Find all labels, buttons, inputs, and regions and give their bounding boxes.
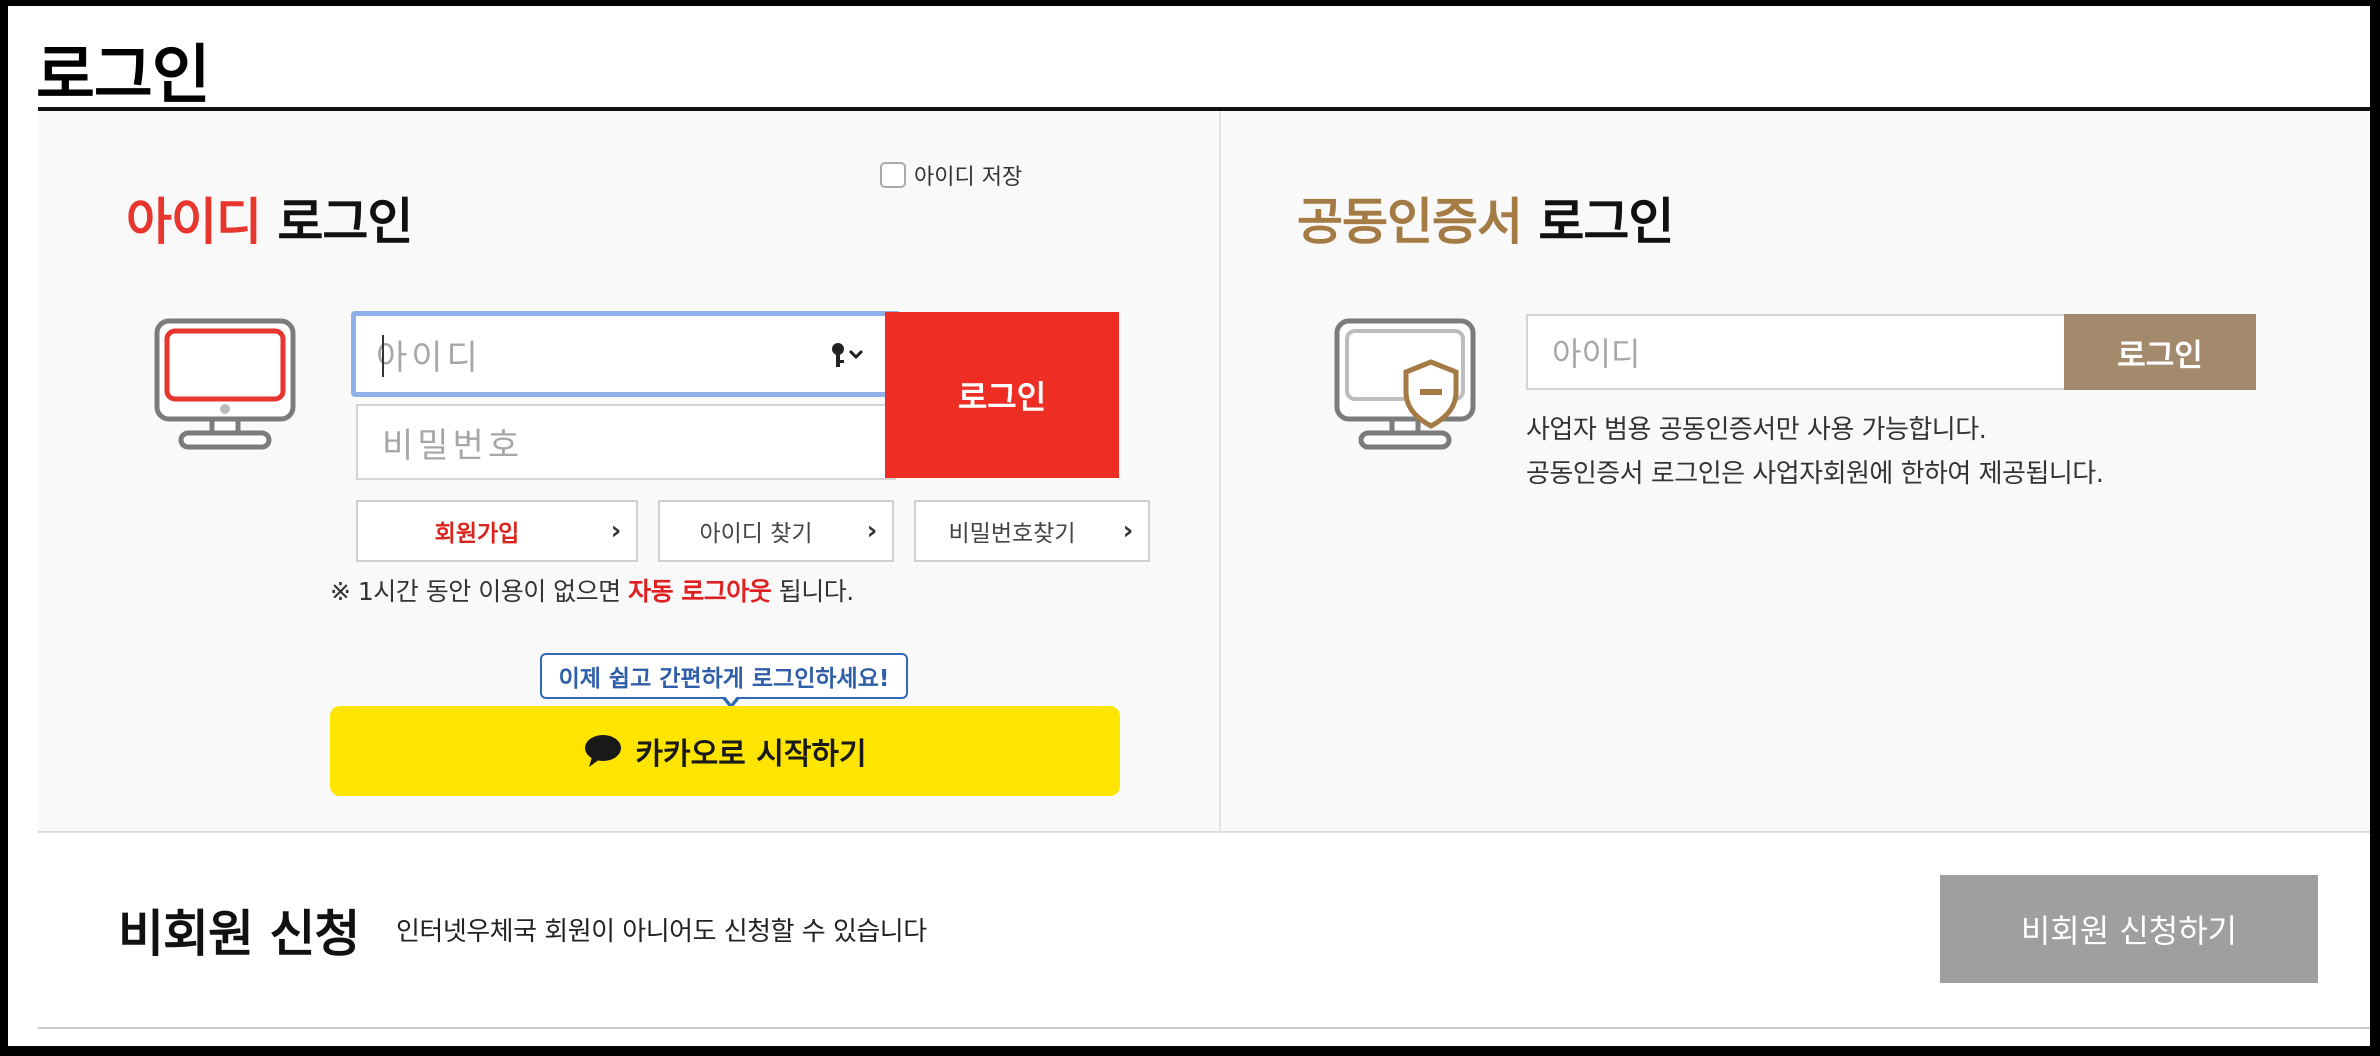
find-id-label: 아이디 찾기: [699, 521, 813, 547]
find-password-button[interactable]: 비밀번호찾기 ›: [914, 500, 1150, 562]
speech-bubble-icon: [585, 735, 622, 767]
find-password-label: 비밀번호찾기: [948, 521, 1076, 547]
kakao-button-label: 카카오로 시작하기: [635, 737, 867, 772]
save-id-label: 아이디 저장: [914, 165, 1023, 190]
auto-logout-notice: ※ 1시간 동안 이용이 없으면 자동 로그아웃 됩니다.: [330, 572, 854, 608]
cert-info: 사업자 범용 공동인증서만 사용 가능합니다. 공동인증서 로그인은 사업자회원…: [1526, 408, 2104, 496]
signup-label: 회원가입: [434, 521, 520, 547]
save-id-checkbox[interactable]: 아이디 저장: [880, 159, 1022, 191]
page-frame: 로그인 아이디 로그인 아이디 저장 아이디 비밀번호 로그인 회원가입 › 아…: [8, 6, 2370, 1046]
cert-login-title-rest: 로그인: [1522, 193, 1674, 251]
password-input[interactable]: 비밀번호: [356, 404, 896, 480]
key-icon: [832, 343, 864, 367]
id-input[interactable]: 아이디: [351, 311, 901, 397]
chevron-right-icon: ›: [866, 516, 878, 546]
guest-title: 비회원 신청: [118, 905, 360, 963]
id-input-placeholder: 아이디: [376, 337, 482, 378]
id-login-title-rest: 로그인: [261, 193, 413, 251]
chevron-right-icon: ›: [610, 516, 622, 546]
cert-login-title-accent: 공동인증서: [1297, 193, 1523, 251]
password-manager-key-icon[interactable]: [830, 340, 866, 370]
page-title: 로그인: [36, 39, 211, 113]
cert-login-button[interactable]: 로그인: [2064, 314, 2256, 390]
guest-apply-button[interactable]: 비회원 신청하기: [1940, 875, 2318, 983]
cert-info-line-2: 공동인증서 로그인은 사업자회원에 한하여 제공됩니다.: [1526, 459, 2104, 489]
certificate-monitor-icon: [1334, 318, 1476, 450]
id-login-title: 아이디 로그인: [126, 182, 413, 254]
id-login-button[interactable]: 로그인: [885, 312, 1119, 478]
password-input-placeholder: 비밀번호: [382, 425, 524, 466]
bubble-tail-inner: [724, 695, 738, 704]
cert-id-input[interactable]: 아이디: [1526, 314, 2068, 390]
guest-description: 인터넷우체국 회원이 아니어도 신청할 수 있습니다: [396, 917, 927, 947]
bottom-rule: [38, 1027, 2370, 1029]
kakao-login-button[interactable]: 카카오로 시작하기: [330, 706, 1120, 796]
monitor-icon: [154, 318, 296, 450]
cert-id-placeholder: 아이디: [1552, 335, 1641, 373]
find-id-button[interactable]: 아이디 찾기 ›: [658, 500, 894, 562]
notice-highlight: 자동 로그아웃: [628, 577, 772, 606]
cert-login-title: 공동인증서 로그인: [1297, 182, 1674, 254]
signup-button[interactable]: 회원가입 ›: [356, 500, 638, 562]
notice-prefix: ※ 1시간 동안 이용이 없으면: [330, 577, 629, 606]
panel-divider: [1219, 111, 1221, 831]
checkbox-box[interactable]: [880, 162, 906, 188]
cert-info-line-1: 사업자 범용 공동인증서만 사용 가능합니다.: [1526, 415, 1987, 445]
id-login-title-accent: 아이디: [126, 193, 262, 251]
chevron-right-icon: ›: [1122, 516, 1134, 546]
text-caret: [382, 335, 384, 377]
notice-suffix: 됩니다.: [771, 577, 854, 606]
kakao-tooltip-bubble: 이제 쉽고 간편하게 로그인하세요!: [540, 653, 908, 699]
